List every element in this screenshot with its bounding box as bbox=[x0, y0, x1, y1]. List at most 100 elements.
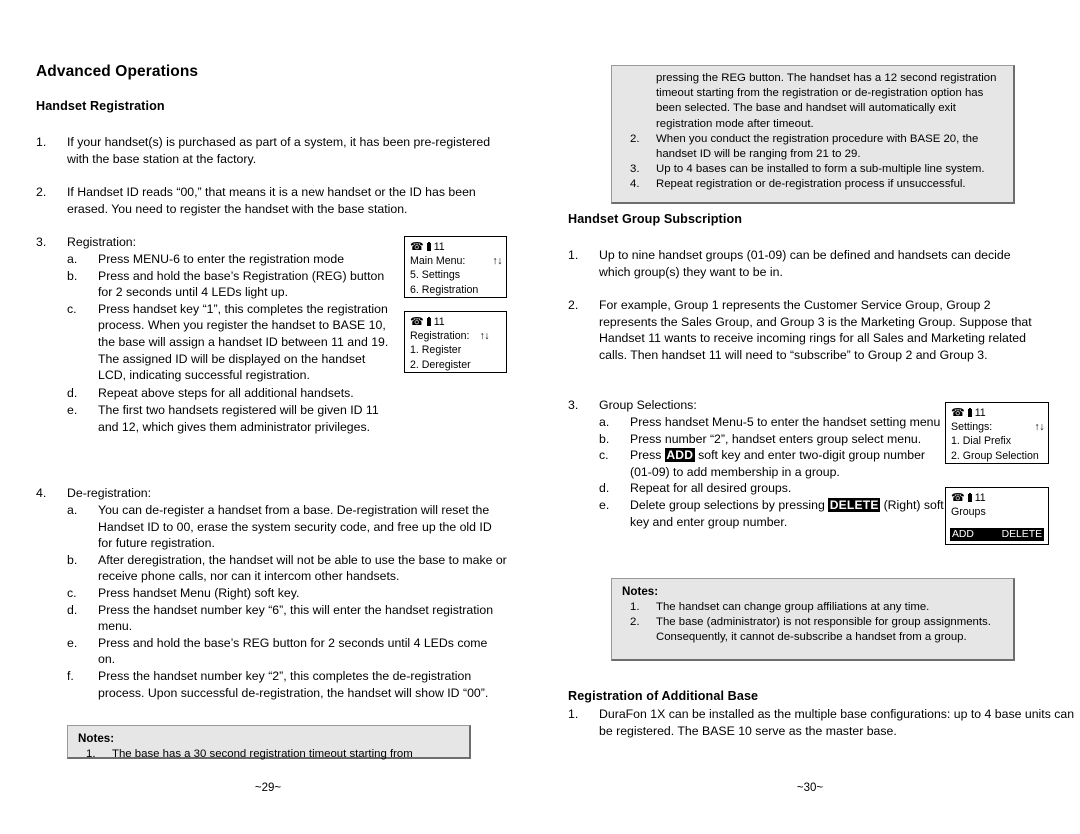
list-item: e. Press and hold the base’s REG button … bbox=[67, 635, 507, 668]
lcd-menu-option: 6. Registration bbox=[410, 283, 479, 296]
list-marker: b. bbox=[67, 552, 78, 567]
lcd-menu-option: 1. Register bbox=[410, 344, 462, 357]
list-item-text: Press the handset number key “6”, this w… bbox=[98, 602, 494, 634]
list-item-text: Press handset Menu-5 to enter the handse… bbox=[630, 415, 941, 429]
list-marker: d. bbox=[67, 386, 78, 400]
lcd-menu-option: 5. Settings bbox=[410, 269, 461, 282]
list-item: e. The first two handsets registered wil… bbox=[67, 402, 391, 435]
notes-list: 2. When you conduct the registration pro… bbox=[622, 132, 1005, 193]
list-item-text: Press and hold the base’s Registration (… bbox=[98, 268, 385, 300]
lcd-status-line: ☎ 11 bbox=[951, 406, 1044, 420]
list-item-text: De-registration: bbox=[67, 486, 152, 500]
list-marker: b. bbox=[599, 431, 610, 446]
heading-handset-registration: Handset Registration bbox=[36, 99, 165, 113]
list-item-text: Press and hold the base’s REG button for… bbox=[98, 635, 488, 667]
list-item: a. Press handset Menu-5 to enter the han… bbox=[599, 414, 944, 431]
list-marker: 1. bbox=[86, 748, 96, 760]
battery-icon bbox=[426, 316, 431, 327]
notes-title: Notes: bbox=[622, 585, 659, 598]
deregistration-steps-list: a. You can de-register a handset from a … bbox=[67, 502, 507, 701]
list-item-text: Registration: bbox=[67, 235, 137, 249]
list-marker: 2. bbox=[630, 132, 640, 145]
list-item: 4. De-registration: bbox=[36, 485, 506, 502]
list-item-text: DuraFon 1X can be installed as the multi… bbox=[599, 707, 1075, 738]
softkey-add[interactable]: ADD bbox=[950, 528, 996, 541]
battery-icon bbox=[426, 241, 431, 252]
list-marker: 1. bbox=[630, 601, 640, 613]
list-item: 2. For example, Group 1 represents the C… bbox=[568, 297, 1046, 363]
lcd-status-line: ☎ 11 bbox=[410, 240, 502, 254]
list-marker: e. bbox=[67, 403, 78, 417]
list-marker: a. bbox=[599, 415, 610, 429]
lcd-screen-settings: ☎ 11 Settings: ↑↓ 1. Dial Prefix 2. Grou… bbox=[945, 402, 1049, 464]
lcd-softkey-bar: ADD DELETE bbox=[950, 528, 1044, 541]
registration-steps-list-cont: d. Repeat above steps for all additional… bbox=[67, 385, 507, 402]
battery-icon bbox=[967, 407, 972, 418]
lcd-title: Registration: bbox=[410, 330, 470, 343]
list-marker: a. bbox=[67, 252, 78, 266]
registration-steps-list: a. Press MENU-6 to enter the registratio… bbox=[67, 251, 391, 384]
list-item-text: The base (administrator) is not responsi… bbox=[656, 616, 991, 644]
list-item-text: When you conduct the registration proced… bbox=[656, 132, 979, 161]
list-item: b. After deregistration, the handset wil… bbox=[67, 552, 507, 585]
softkey-delete[interactable]: DELETE bbox=[995, 528, 1044, 541]
notes-box-bottom: Notes: 1. The handset can change group a… bbox=[611, 578, 1015, 661]
heading-registration-additional-base: Registration of Additional Base bbox=[568, 689, 759, 703]
list-marker: 3. bbox=[630, 163, 640, 176]
list-item-text: Repeat above steps for all additional ha… bbox=[98, 386, 354, 400]
add-softkey-label: ADD bbox=[664, 448, 695, 463]
list-marker: 2. bbox=[630, 616, 640, 629]
telephone-icon: ☎ bbox=[410, 240, 424, 253]
telephone-icon: ☎ bbox=[951, 491, 965, 504]
battery-icon bbox=[967, 492, 972, 503]
telephone-icon: ☎ bbox=[951, 406, 965, 419]
lcd-title: Groups bbox=[951, 506, 986, 519]
list-item: 1. If your handset(s) is purchased as pa… bbox=[36, 134, 506, 167]
list-marker: 4. bbox=[630, 178, 640, 191]
list-item-text-pre: Press bbox=[630, 448, 665, 463]
notes-list: 1. The base has a 30 second registration… bbox=[78, 747, 461, 762]
notes-box-left: Notes: 1. The base has a 30 second regis… bbox=[67, 725, 471, 762]
list-marker: d. bbox=[599, 481, 610, 496]
list-marker: 1. bbox=[568, 248, 579, 262]
list-item: 2. When you conduct the registration pro… bbox=[622, 132, 1005, 162]
list-marker: e. bbox=[599, 497, 610, 512]
telephone-icon: ☎ bbox=[410, 315, 424, 328]
list-item-text: If your handset(s) is purchased as part … bbox=[67, 135, 491, 166]
list-item-text: Press number “2”, handset enters group s… bbox=[630, 431, 922, 446]
list-item-text: Press handset Menu (Right) soft key. bbox=[98, 585, 300, 600]
lcd-handset-id: 11 bbox=[974, 492, 986, 504]
lcd-title-row: Registration: ↑↓ bbox=[410, 329, 502, 343]
page-left: Advanced Operations Handset Registration… bbox=[0, 0, 540, 834]
list-item: d. Repeat for all desired groups. bbox=[599, 480, 944, 497]
lcd-handset-id: 11 bbox=[974, 407, 986, 419]
lcd-title: Main Menu: bbox=[410, 255, 466, 268]
list-marker: 2. bbox=[36, 185, 47, 199]
list-marker: 3. bbox=[568, 398, 579, 412]
list-marker: 2. bbox=[568, 298, 579, 312]
notes-box-continued: pressing the REG button. The handset has… bbox=[611, 65, 1015, 204]
list-item: 1. DuraFon 1X can be installed as the mu… bbox=[568, 706, 1080, 739]
list-item-text: Press handset key “1”, this completes th… bbox=[98, 301, 389, 383]
list-item-text: The first two handsets registered will b… bbox=[98, 403, 379, 434]
page-right: pressing the REG button. The handset has… bbox=[540, 0, 1080, 834]
notes-title: Notes: bbox=[78, 732, 115, 745]
list-marker: c. bbox=[67, 585, 77, 600]
lcd-title-row: Settings: ↑↓ bbox=[951, 420, 1044, 434]
list-marker: b. bbox=[67, 268, 78, 283]
list-marker: e. bbox=[67, 635, 78, 650]
list-item-delete-softkey: e. Delete group selections by pressing D… bbox=[599, 497, 944, 530]
up-down-arrows-icon: ↑↓ bbox=[492, 255, 502, 268]
list-item-text: You can de-register a handset from a bas… bbox=[98, 503, 492, 551]
list-item-add-softkey: c. Press ADD soft key and enter two-digi… bbox=[599, 447, 944, 480]
lcd-status-line: ☎ 11 bbox=[951, 491, 1044, 505]
list-item: b. Press number “2”, handset enters grou… bbox=[599, 431, 944, 448]
list-item: c. Press handset Menu (Right) soft key. bbox=[67, 585, 507, 602]
list-marker: c. bbox=[599, 448, 609, 463]
list-marker: 1. bbox=[36, 135, 47, 149]
list-item: 1. The base has a 30 second registration… bbox=[78, 747, 461, 762]
lcd-handset-id: 11 bbox=[433, 241, 445, 253]
list-item: 1. Up to nine handset groups (01-09) can… bbox=[568, 247, 1038, 280]
list-item-text: The handset can change group affiliation… bbox=[656, 601, 930, 613]
list-item: a. Press MENU-6 to enter the registratio… bbox=[67, 251, 391, 268]
